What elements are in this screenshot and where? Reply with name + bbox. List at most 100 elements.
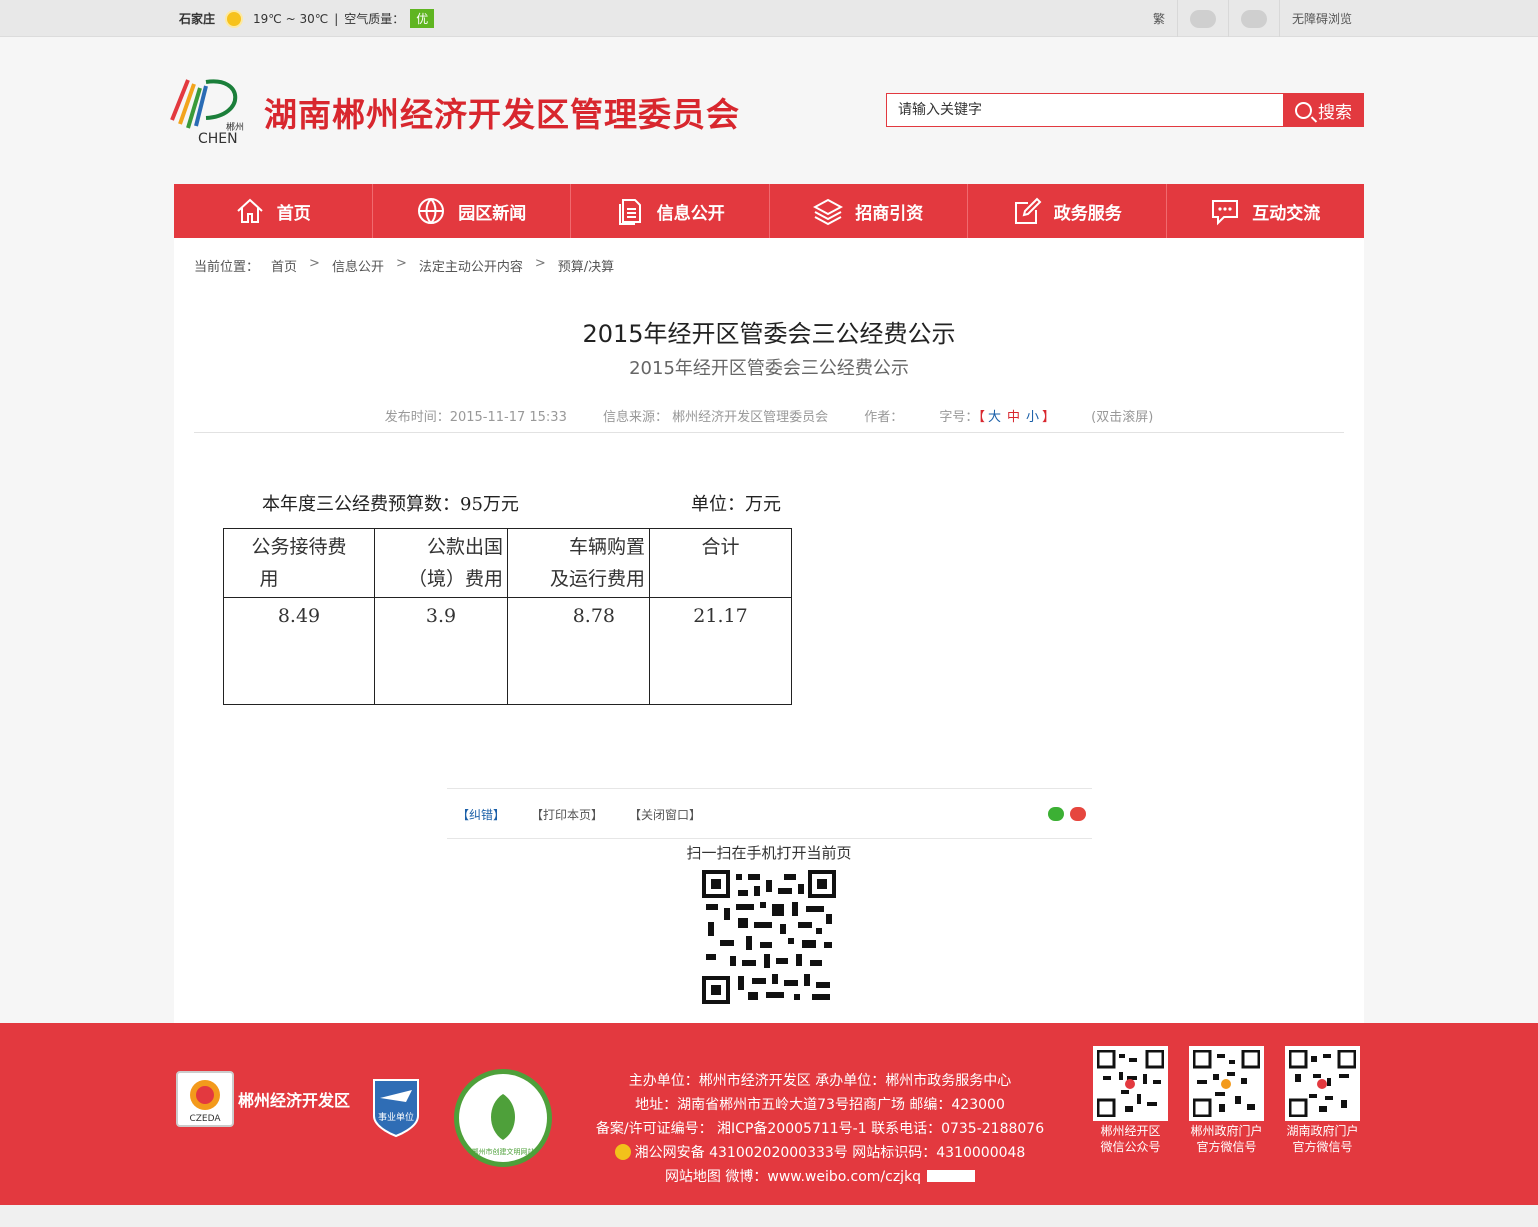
police-badge-icon — [614, 1144, 631, 1160]
table-cell: 8.49 — [223, 597, 375, 705]
nav-item-services[interactable]: 政务服务 — [967, 184, 1166, 238]
table-header-cell: 公款出国 （境）费用 — [374, 528, 508, 598]
nav-item-label: 互动交流 — [1252, 203, 1321, 224]
breadcrumb-item-info[interactable]: 信息公开 — [332, 256, 384, 275]
traditional-chinese-link[interactable]: 繁 — [1141, 0, 1177, 37]
document-icon — [618, 199, 641, 225]
air-quality-badge: 优 — [410, 9, 435, 28]
article-meta: 发布时间：2015-11-17 15:33 信息来源： 郴州经济开发区管理委员会… — [174, 406, 1364, 425]
table-header-cell: 车辆购置 及运行费用 — [507, 528, 650, 598]
nav-item-label: 信息公开 — [656, 203, 725, 224]
edit-icon — [1014, 197, 1042, 224]
city-name: 石家庄 — [179, 12, 216, 26]
share-weibo-icon[interactable] — [1070, 807, 1086, 821]
scroll-hint: (双击滚屏) — [1091, 410, 1154, 425]
search-button-label: 搜索 — [1318, 102, 1352, 123]
nav-item-info[interactable]: 信息公开 — [570, 184, 769, 238]
footer-qr-codes: 郴州经开区 微信公众号 郴州政府门户 官方微信号 湖南政府门户 官方微信号 — [1093, 1046, 1360, 1155]
close-window-button[interactable]: 【关闭窗口】 — [629, 806, 701, 823]
nav-item-label: 政务服务 — [1053, 203, 1122, 224]
nav-item-investment[interactable]: 招商引资 — [768, 184, 968, 238]
main-nav: 首页 园区新闻 信息公开 招商引资 政务服务 互动交流 — [174, 184, 1364, 238]
font-small-button[interactable]: 小 — [1026, 410, 1039, 425]
site-footer: CZEDA 郴州经济开发区 事业单位 郴州市创建文明网站 主办单位：郴州市经济开… — [0, 1023, 1538, 1205]
table-header-row: 公务接待费用 公款出国 （境）费用 车辆购置 及运行费用 合计 — [223, 528, 792, 598]
table-header-cell: 公务接待费用 — [223, 528, 375, 598]
breadcrumb-item-home[interactable]: 首页 — [271, 256, 297, 275]
czeda-logo: CZEDA — [176, 1071, 234, 1127]
svg-text:事业单位: 事业单位 — [378, 1111, 414, 1123]
breadcrumb-separator: > — [309, 256, 320, 271]
divider — [194, 432, 1344, 433]
search-icon — [1295, 101, 1312, 119]
layers-icon — [813, 198, 844, 226]
share-wechat-icon[interactable] — [1048, 807, 1064, 821]
site-logo[interactable]: 郴州 CHEN — [166, 72, 250, 147]
divider: | — [334, 11, 339, 26]
search-input[interactable]: 请输入关键字 — [886, 93, 1284, 127]
site-id-badge — [927, 1170, 976, 1182]
logo-subtext: CHEN — [198, 131, 238, 146]
article-toolbar: 【纠错】 【打印本页】 【关闭窗口】 — [447, 788, 1092, 839]
footer-line-sponsor: 主办单位：郴州市经济开发区 承办单位：郴州市政务服务中心 — [628, 1073, 1012, 1089]
weibo-link[interactable] — [1176, 0, 1228, 37]
print-button[interactable]: 【打印本页】 — [531, 806, 603, 823]
footer-org-name: 郴州经济开发区 — [238, 1091, 351, 1110]
public-institution-badge[interactable]: 事业单位 — [370, 1076, 422, 1138]
article-title: 2015年经开区管委会三公经费公示 — [582, 320, 956, 348]
svg-text:郴州市创建文明网站: 郴州市创建文明网站 — [472, 1147, 535, 1156]
content-panel: 当前位置： 首页 > 信息公开 > 法定主动公开内容 > 预算/决算 2015年… — [174, 238, 1364, 1024]
footer-line-address: 地址：湖南省郴州市五岭大道73号招商广场 邮编：423000 — [635, 1097, 1005, 1113]
temperature: 19℃ ~ 30℃ — [253, 11, 329, 26]
nav-item-label: 园区新闻 — [458, 203, 527, 224]
chat-icon — [1212, 200, 1239, 226]
nav-item-news[interactable]: 园区新闻 — [371, 184, 571, 238]
page-qr-code — [702, 870, 836, 1004]
wechat-link[interactable] — [1227, 0, 1279, 37]
correct-button[interactable]: 【纠错】 — [457, 806, 505, 823]
svg-text:CZEDA: CZEDA — [189, 1114, 221, 1124]
qr-hunan-gov-wechat: 湖南政府门户 官方微信号 — [1285, 1046, 1360, 1155]
nav-item-interaction[interactable]: 互动交流 — [1165, 184, 1365, 238]
font-medium-button[interactable]: 中 — [1007, 410, 1020, 425]
top-bar: 石家庄 19℃ ~ 30℃ | 空气质量： 优 繁 无障碍浏览 — [0, 0, 1538, 37]
qr-code-icon — [1288, 1049, 1357, 1118]
wechat-icon — [1240, 9, 1267, 28]
table-cell: 8.78 — [507, 597, 650, 705]
table-header-cell: 合计 — [649, 528, 792, 598]
civilized-website-badge[interactable]: 郴州市创建文明网站 — [454, 1069, 552, 1167]
qr-chenzhou-gov-wechat: 郴州政府门户 官方微信号 — [1189, 1046, 1264, 1155]
search-button[interactable]: 搜索 — [1283, 93, 1364, 127]
nav-item-label: 招商引资 — [855, 203, 924, 224]
bracket-open: 【 — [978, 410, 985, 425]
article-subtitle: 2015年经开区管委会三公经费公示 — [629, 358, 909, 379]
home-icon — [237, 198, 263, 223]
breadcrumb: 当前位置： 首页 > 信息公开 > 法定主动公开内容 > 预算/决算 — [194, 256, 626, 275]
fee-table: 公务接待费用 公款出国 （境）费用 车辆购置 及运行费用 合计 8.49 3.9 8… — [223, 528, 792, 705]
footer-info: 主办单位：郴州市经济开发区 承办单位：郴州市政务服务中心 地址：湖南省郴州市五岭… — [560, 1069, 1080, 1189]
unit-text: 单位：万元 — [691, 494, 781, 515]
budget-text: 本年度三公经费预算数：95万元 — [262, 494, 519, 515]
article-source: 信息来源： 郴州经济开发区管理委员会 — [602, 410, 829, 425]
table-row: 8.49 3.9 8.78 21.17 — [223, 597, 792, 705]
breadcrumb-separator: > — [534, 256, 546, 271]
qr-code-icon — [1096, 1049, 1165, 1118]
breadcrumb-item-budget[interactable]: 预算/决算 — [558, 256, 614, 275]
globe-icon — [418, 198, 445, 224]
accessibility-link[interactable]: 无障碍浏览 — [1278, 0, 1364, 37]
publish-time: 发布时间：2015-11-17 15:33 — [384, 410, 567, 425]
footer-line-icp: 备案/许可证编号： 湘ICP备20005711号-1 联系电话：0735-218… — [595, 1121, 1045, 1137]
qr-code-icon — [1192, 1049, 1261, 1118]
font-size-label: 字号： — [939, 410, 979, 425]
site-title: 湖南郴州经济开发区管理委员会 — [264, 95, 740, 134]
nav-item-home[interactable]: 首页 — [174, 184, 372, 238]
nav-item-label: 首页 — [276, 203, 311, 224]
sun-icon — [227, 11, 242, 26]
table-cell: 3.9 — [374, 597, 508, 705]
breadcrumb-prefix: 当前位置： — [194, 260, 260, 275]
footer-line-links[interactable]: 网站地图 微博：www.weibo.com/czjkq — [560, 1165, 1080, 1189]
footer-line-police: 湘公网安备 43100202000333号 网站标识码：4310000048 — [560, 1141, 1080, 1165]
breadcrumb-separator: > — [395, 256, 407, 271]
font-large-button[interactable]: 大 — [988, 410, 1001, 425]
breadcrumb-item-statutory[interactable]: 法定主动公开内容 — [419, 256, 523, 275]
